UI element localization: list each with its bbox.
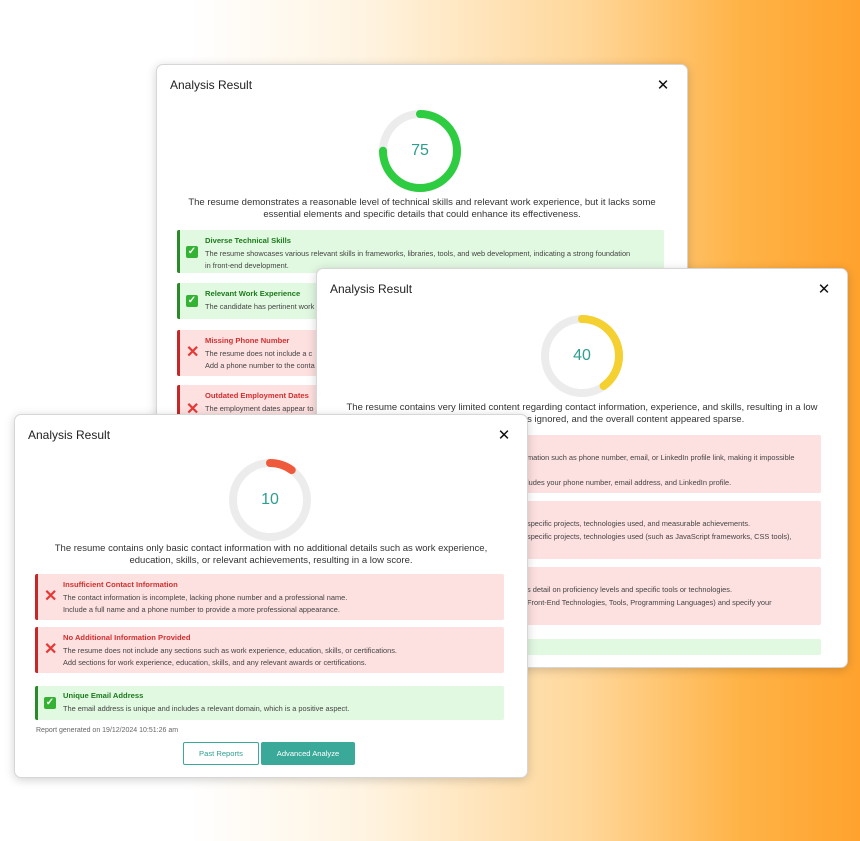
finding-text <box>527 465 815 477</box>
finding-item: ✓ Unique Email Address The email address… <box>35 686 504 720</box>
score-gauge: 75 <box>377 108 463 194</box>
report-timestamp: Report generated on 19/12/2024 10:51:26 … <box>36 727 179 734</box>
finding-item: ✕ No Additional Information Provided The… <box>35 627 504 673</box>
score-gauge: 40 <box>539 313 625 399</box>
past-reports-button[interactable]: Past Reports <box>183 742 259 765</box>
check-icon: ✓ <box>186 246 198 258</box>
close-icon[interactable]: ✕ <box>655 78 671 94</box>
finding-text: s detail on proficiency levels and speci… <box>527 585 732 594</box>
finding-text: Add sections for work experience, educat… <box>63 658 367 667</box>
card-title: Analysis Result <box>28 428 111 442</box>
close-icon[interactable]: ✕ <box>816 282 832 298</box>
finding-text: Include a full name and a phone number t… <box>63 605 340 614</box>
finding-text: mation such as phone number, email, or L… <box>527 453 795 462</box>
close-icon[interactable]: ✕ <box>496 428 512 444</box>
advanced-analyze-button[interactable]: Advanced Analyze <box>261 742 355 765</box>
cross-icon: ✕ <box>44 588 58 605</box>
finding-text: The resume does not include any sections… <box>63 645 397 655</box>
finding-text: ludes your phone number, email address, … <box>527 477 732 487</box>
finding-text: The resume showcases various relevant sk… <box>205 248 631 258</box>
score-gauge: 10 <box>227 457 313 543</box>
finding-title: No Additional Information Provided <box>63 633 191 642</box>
check-icon: ✓ <box>186 295 198 307</box>
cross-icon: ✕ <box>44 641 58 658</box>
finding-text: Front-End Technologies, Tools, Programmi… <box>527 597 772 607</box>
finding-text: specific projects, technologies used, an… <box>527 519 751 528</box>
summary-text: The resume demonstrates a reasonable lev… <box>188 197 656 220</box>
summary-text: The resume contains only basic contact i… <box>54 543 488 566</box>
score-value: 75 <box>411 142 429 159</box>
finding-item: ✕ Insufficient Contact Information The c… <box>35 574 504 620</box>
summary-line: The resume contains very limited content… <box>346 402 818 413</box>
finding-title: Unique Email Address <box>63 691 144 700</box>
cross-icon: ✕ <box>186 344 200 361</box>
card-title: Analysis Result <box>330 282 413 296</box>
finding-title: Diverse Technical Skills <box>205 236 291 245</box>
finding-item: ✓ Diverse Technical Skills The resume sh… <box>177 230 664 273</box>
card-title: Analysis Result <box>170 78 253 92</box>
score-value: 40 <box>573 347 591 364</box>
finding-title: Insufficient Contact Information <box>63 580 178 589</box>
finding-text: specific projects, technologies used (su… <box>527 531 792 541</box>
finding-text: The email address is unique and includes… <box>63 703 350 713</box>
check-icon: ✓ <box>44 697 56 709</box>
analysis-card-front: Analysis Result ✕ 10 The resume contains… <box>14 414 528 778</box>
score-value: 10 <box>261 491 279 508</box>
finding-text: The contact information is incomplete, l… <box>63 592 348 602</box>
